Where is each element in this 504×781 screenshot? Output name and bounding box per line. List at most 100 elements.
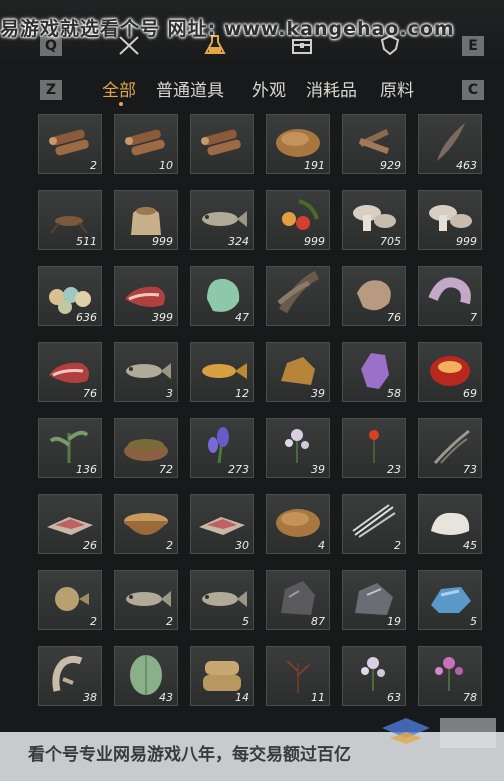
inventory-slot[interactable]: 63 <box>342 646 406 706</box>
pelt-icon <box>428 277 471 305</box>
inventory-slot[interactable]: 38 <box>38 646 102 706</box>
inventory-slot[interactable]: 2 <box>114 570 178 630</box>
iron-ore-icon <box>281 581 315 615</box>
category-tabs: Z 全部 普通道具 外观 消耗品 原料 C <box>0 72 504 106</box>
watermark-top: 易游戏就选看个号 网址: www.kangehao.com <box>0 18 455 40</box>
berry-branch-icon <box>282 199 319 230</box>
inventory-slot[interactable]: 511 <box>38 190 102 250</box>
item-count: 69 <box>463 387 477 400</box>
tab-general-items[interactable]: 普通道具 <box>156 76 224 101</box>
inventory-slot[interactable]: 23 <box>342 418 406 478</box>
item-count: 999 <box>304 235 325 248</box>
inventory-slot[interactable]: 7 <box>418 266 482 326</box>
item-count: 45 <box>463 539 477 552</box>
mushroom-icon <box>429 205 472 231</box>
item-count: 43 <box>159 691 173 704</box>
tab-consumables[interactable]: 消耗品 <box>306 76 357 101</box>
key-hint-z: Z <box>40 80 62 100</box>
ore-chunk-icon <box>281 357 315 385</box>
item-count: 73 <box>463 463 477 476</box>
inventory-slot[interactable]: 78 <box>418 646 482 706</box>
inventory-slot[interactable]: 2 <box>38 570 102 630</box>
inventory-slot[interactable]: 72 <box>114 418 178 478</box>
inventory-slot[interactable]: 14 <box>190 646 254 706</box>
inventory-slot[interactable]: 3 <box>114 342 178 402</box>
inventory-slot[interactable]: 39 <box>266 342 330 402</box>
item-count: 136 <box>76 463 97 476</box>
fish-icon <box>202 211 247 227</box>
item-count: 191 <box>304 159 325 172</box>
jade-stone-icon <box>207 278 240 312</box>
item-count: 38 <box>83 691 97 704</box>
tab-materials[interactable]: 原料 <box>380 76 414 101</box>
tab-appearance[interactable]: 外观 <box>252 76 286 101</box>
item-count: 23 <box>387 463 401 476</box>
inventory-slot[interactable]: 45 <box>418 494 482 554</box>
inventory-slot[interactable]: 4 <box>266 494 330 554</box>
item-count: 14 <box>235 691 249 704</box>
inventory-slot[interactable]: 705 <box>342 190 406 250</box>
inventory-slot[interactable]: 39 <box>266 418 330 478</box>
inventory-slot[interactable]: 76 <box>38 342 102 402</box>
item-count: 72 <box>159 463 173 476</box>
inventory-slot[interactable]: 5 <box>190 570 254 630</box>
tab-all[interactable]: 全部 <box>102 76 136 101</box>
inventory-slot[interactable]: 399 <box>114 266 178 326</box>
inventory-slot[interactable]: 69 <box>418 342 482 402</box>
inventory-slot[interactable]: 73 <box>418 418 482 478</box>
item-count: 705 <box>380 235 401 248</box>
inventory-grid: 2 10 191 929 463 511 999 324 999 705 999 636 399 47 76… <box>0 110 504 730</box>
item-count: 3 <box>166 387 173 400</box>
inventory-slot[interactable]: 136 <box>38 418 102 478</box>
item-count: 2 <box>394 539 401 552</box>
white-flower-icon <box>285 429 309 463</box>
fish-icon <box>126 363 171 379</box>
inventory-slot[interactable]: 463 <box>418 114 482 174</box>
inventory-slot[interactable]: 2 <box>114 494 178 554</box>
item-count: 2 <box>166 615 173 628</box>
lavender-icon <box>208 427 229 464</box>
inventory-slot[interactable]: 11 <box>266 646 330 706</box>
item-count: 58 <box>387 387 401 400</box>
inventory-slot[interactable]: 2 <box>38 114 102 174</box>
inventory-slot[interactable]: 929 <box>342 114 406 174</box>
inventory-slot[interactable]: 5 <box>418 570 482 630</box>
item-count: 999 <box>152 235 173 248</box>
inventory-slot[interactable]: 999 <box>266 190 330 250</box>
inventory-slot[interactable]: 999 <box>114 190 178 250</box>
soup-bowl-icon <box>124 513 168 535</box>
inventory-slot[interactable]: 273 <box>190 418 254 478</box>
wood-log-icon <box>125 129 165 156</box>
inventory-slot[interactable]: 30 <box>190 494 254 554</box>
inventory-slot[interactable]: 12 <box>190 342 254 402</box>
item-count: 5 <box>242 615 249 628</box>
inventory-slot[interactable]: 19 <box>342 570 406 630</box>
inventory-slot[interactable]: 76 <box>342 266 406 326</box>
inventory-slot[interactable]: 47 <box>190 266 254 326</box>
inventory-slot[interactable] <box>190 114 254 174</box>
inventory-slot[interactable]: 26 <box>38 494 102 554</box>
inventory-slot[interactable]: 191 <box>266 114 330 174</box>
amethyst-icon <box>361 353 389 389</box>
inventory-slot[interactable]: 2 <box>342 494 406 554</box>
cricket-icon <box>50 216 88 234</box>
grain-sack-icon <box>131 207 161 235</box>
item-count: 999 <box>456 235 477 248</box>
item-count: 2 <box>90 615 97 628</box>
watermark-bottom: 看个号专业网易游戏八年，每交易额过百亿 <box>28 745 351 765</box>
blue-crystal-icon <box>431 587 471 613</box>
silver-ore-icon <box>355 583 393 615</box>
inventory-slot[interactable]: 999 <box>418 190 482 250</box>
inventory-slot[interactable]: 324 <box>190 190 254 250</box>
inventory-slot[interactable]: 58 <box>342 342 406 402</box>
inventory-slot[interactable]: 87 <box>266 570 330 630</box>
inventory-slot[interactable]: 43 <box>114 646 178 706</box>
inventory-slot[interactable]: 636 <box>38 266 102 326</box>
mushroom-icon <box>353 205 396 231</box>
inventory-slot[interactable] <box>266 266 330 326</box>
herb-icon <box>49 430 89 463</box>
watermark-logo-icon <box>382 718 496 748</box>
purple-flower-icon <box>435 657 463 691</box>
inventory-slot[interactable]: 10 <box>114 114 178 174</box>
white-flower-icon <box>361 657 385 691</box>
